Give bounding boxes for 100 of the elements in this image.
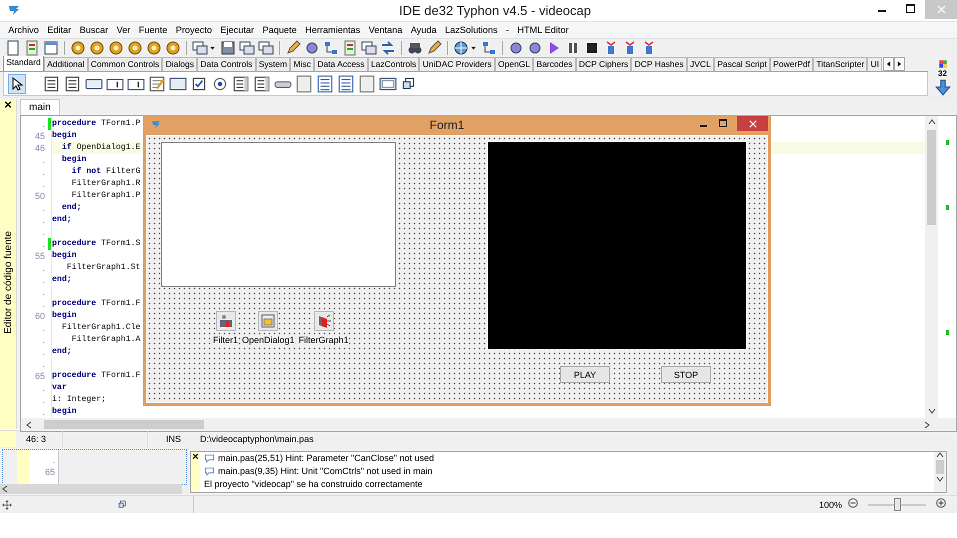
code-line: begin bbox=[52, 407, 77, 416]
menu-item[interactable]: Buscar bbox=[75, 25, 112, 35]
line-number: . bbox=[42, 214, 46, 226]
palette-tab[interactable]: Additional bbox=[44, 57, 88, 71]
icon-size-label: 32 bbox=[938, 70, 947, 78]
menu-item[interactable]: Proyecto bbox=[172, 25, 216, 35]
palette-tab[interactable]: Common Controls bbox=[88, 57, 162, 71]
line-number: 55 bbox=[34, 250, 46, 262]
code-line: begin bbox=[52, 311, 77, 320]
menu-item[interactable]: Editar bbox=[43, 25, 76, 35]
component-label: OpenDialog1 bbox=[242, 335, 295, 345]
palette-tab[interactable]: Data Access bbox=[314, 57, 368, 71]
message-text: main.pas(9,35) Hint: Unit "ComCtrls" not used in main bbox=[218, 465, 432, 478]
palette-tab[interactable]: DCP Hashes bbox=[631, 57, 687, 71]
message-text: El proyecto "videocap" se ha construido correctamente bbox=[204, 478, 423, 491]
code-line: i: Integer; bbox=[52, 395, 106, 404]
form-button[interactable]: STOP bbox=[661, 366, 711, 383]
palette-tab[interactable]: Dialogs bbox=[162, 57, 198, 71]
line-number: . bbox=[42, 238, 46, 250]
code-line: if OpenDialog1.E bbox=[60, 143, 140, 152]
component-label: Filter1 bbox=[213, 335, 238, 345]
file-path: D:\videocaptyphon\main.pas bbox=[200, 433, 314, 446]
line-number: . bbox=[52, 454, 55, 466]
line-number: . bbox=[42, 262, 46, 274]
menu-item[interactable]: Ayuda bbox=[406, 25, 441, 35]
menu-item[interactable]: Paquete bbox=[258, 25, 301, 35]
close-icon[interactable]: × bbox=[192, 452, 199, 492]
component-label: FilterGraph1 bbox=[298, 335, 349, 345]
line-number: . bbox=[42, 322, 46, 334]
line-number: . bbox=[42, 274, 46, 286]
line-number: . bbox=[42, 226, 46, 238]
line-number: 50 bbox=[34, 190, 46, 202]
menu-item[interactable]: HTML Editor bbox=[513, 25, 573, 35]
line-number: 46 bbox=[34, 142, 46, 154]
line-number: . bbox=[42, 118, 46, 130]
code-line: procedure TForm1.F bbox=[52, 371, 140, 380]
code-line: procedure TForm1.P bbox=[52, 119, 140, 128]
palette-tab[interactable]: Standard bbox=[3, 56, 44, 71]
line-number: 45 bbox=[34, 130, 46, 142]
palette-tab[interactable]: Pascal Script bbox=[714, 57, 770, 71]
code-line: end; bbox=[52, 215, 72, 224]
line-number: 65 bbox=[44, 466, 55, 478]
line-number: . bbox=[42, 202, 46, 214]
code-line: begin bbox=[52, 251, 77, 260]
code-line: FilterGraph1.St bbox=[66, 263, 140, 272]
line-number: 60 bbox=[34, 310, 46, 322]
palette-tab[interactable]: Barcodes bbox=[533, 57, 576, 71]
palette-tab[interactable]: Data Controls bbox=[197, 57, 256, 71]
palette-tab[interactable]: TitanScripter bbox=[813, 57, 868, 71]
line-number: . bbox=[42, 406, 46, 418]
palette-tab[interactable]: JVCL bbox=[686, 57, 714, 71]
form-title: Form1 bbox=[428, 118, 466, 132]
palette-tab[interactable]: PowerPdf bbox=[770, 57, 814, 71]
menu-item[interactable]: Herramientas bbox=[300, 25, 364, 35]
code-line: end; bbox=[60, 203, 82, 212]
code-line: end; bbox=[52, 347, 72, 356]
line-number: . bbox=[42, 166, 46, 178]
code-line: procedure TForm1.S bbox=[52, 239, 140, 248]
menu-item[interactable]: - bbox=[502, 25, 514, 35]
palette-tab[interactable]: DCP Ciphers bbox=[576, 57, 632, 71]
window-title: IDE de32 Typhon v4.5 - videocap bbox=[398, 3, 592, 18]
line-number: . bbox=[42, 382, 46, 394]
code-line: if not FilterG bbox=[70, 167, 140, 176]
palette-tab[interactable]: Misc bbox=[290, 57, 314, 71]
message-text: main.pas(25,51) Hint: Parameter "CanClose" not used bbox=[218, 452, 434, 465]
palette-tab[interactable]: LazControls bbox=[368, 57, 420, 71]
line-number: . bbox=[42, 286, 46, 298]
editor-tab[interactable]: main bbox=[20, 99, 60, 115]
line-number: . bbox=[42, 298, 46, 310]
code-line: begin bbox=[52, 131, 77, 140]
form-button[interactable]: PLAY bbox=[560, 366, 610, 383]
code-line: FilterGraph1.Cle bbox=[60, 323, 140, 332]
menu-item[interactable]: Archivo bbox=[4, 25, 44, 35]
code-line: FilterGraph1.R bbox=[70, 179, 140, 188]
line-number: 65 bbox=[34, 370, 46, 382]
line-number: . bbox=[42, 154, 46, 166]
palette-tab[interactable]: System bbox=[256, 57, 290, 71]
close-icon[interactable]: × bbox=[4, 99, 12, 111]
menu-item[interactable]: Ver bbox=[112, 25, 135, 35]
palette-tab[interactable]: UniDAC Providers bbox=[419, 57, 495, 71]
menu-item[interactable]: Ventana bbox=[364, 25, 407, 35]
line-number: . bbox=[42, 394, 46, 406]
menu-item[interactable]: Ejecutar bbox=[216, 25, 258, 35]
code-line: FilterGraph1.P bbox=[70, 191, 140, 200]
panel-title: Editor de código fuente bbox=[2, 231, 14, 334]
menu-item[interactable]: Fuente bbox=[134, 25, 172, 35]
code-line: FilterGraph1.A bbox=[70, 335, 140, 344]
line-number: . bbox=[42, 358, 46, 370]
line-number: . bbox=[42, 178, 46, 190]
code-line: procedure TForm1.F bbox=[52, 299, 140, 308]
palette-tab[interactable]: OpenGL bbox=[494, 57, 534, 71]
line-number: . bbox=[42, 346, 46, 358]
insert-mode: INS bbox=[165, 433, 182, 446]
zoom-reading: 100% bbox=[818, 500, 842, 510]
menu-item[interactable]: LazSolutions bbox=[440, 25, 502, 35]
code-line: end; bbox=[52, 275, 72, 284]
line-number: . bbox=[42, 334, 46, 346]
code-line: var bbox=[52, 383, 67, 392]
code-line: begin bbox=[60, 155, 86, 164]
palette-tab[interactable]: UI bbox=[867, 57, 882, 71]
